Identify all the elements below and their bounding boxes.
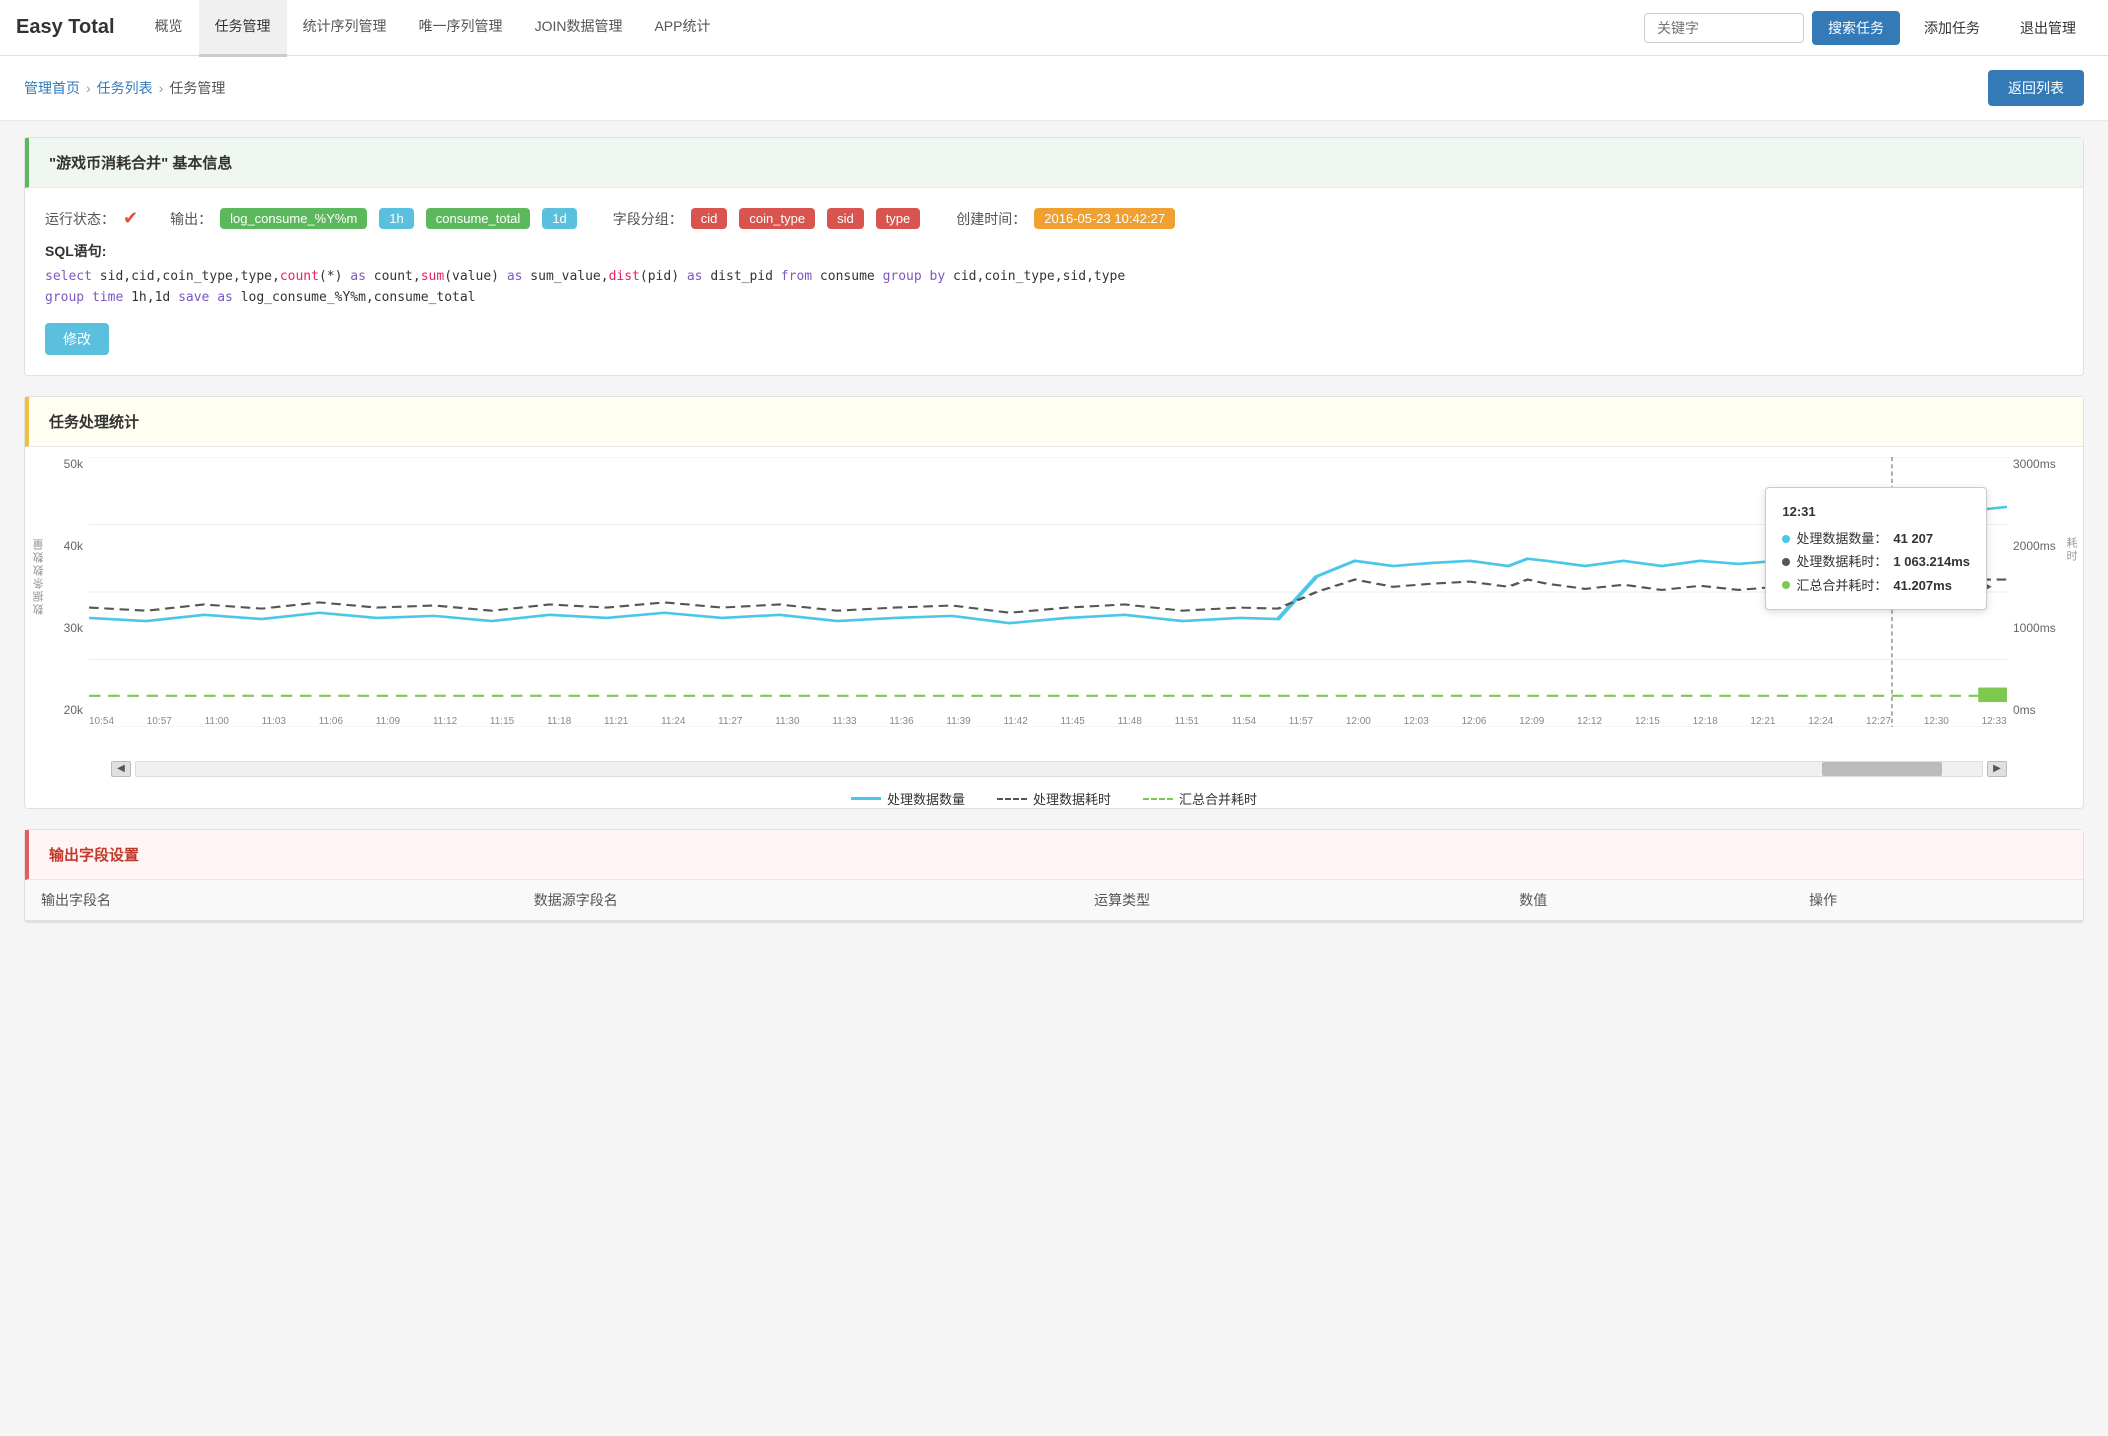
status-check-icon: ✔ (123, 208, 138, 229)
y-axis-right-title: 耗时 (2063, 537, 2079, 563)
main-content: "游戏币消耗合并" 基本信息 运行状态： ✔ 输出： log_consume_%… (0, 121, 2108, 959)
chart-area: 50k 40k 30k 20k 数据条数数量 3000ms 2000ms 100… (41, 457, 2067, 757)
scrollbar-track[interactable] (135, 761, 1983, 777)
create-time-value: 2016-05-23 10:42:27 (1034, 208, 1175, 229)
search-input[interactable] (1644, 13, 1804, 43)
legend-merge-time: 汇总合并耗时 (1143, 789, 1257, 808)
scrollbar-left-btn[interactable]: ◀ (111, 761, 131, 777)
field-tag-sid: sid (827, 208, 864, 229)
nav-items: 概览 任务管理 统计序列管理 唯一序列管理 JOIN数据管理 APP统计 (139, 0, 1644, 57)
y-left-50k: 50k (64, 457, 83, 471)
breadcrumb-sep-2: › (159, 80, 164, 96)
chart-header: 任务处理统计 (25, 397, 2083, 447)
chart-panel: 任务处理统计 50k 40k 30k 20k 数据条数数量 3000ms 200… (24, 396, 2084, 809)
chart-svg (89, 457, 2007, 727)
output-item: 输出： log_consume_%Y%m 1h consume_total 1d (170, 208, 581, 229)
task-info-panel: "游戏币消耗合并" 基本信息 运行状态： ✔ 输出： log_consume_%… (24, 137, 2084, 376)
legend-label-merge-time: 汇总合并耗时 (1179, 789, 1257, 808)
breadcrumb-bar: 管理首页 › 任务列表 › 任务管理 返回列表 (0, 56, 2108, 121)
navbar: Easy Total 概览 任务管理 统计序列管理 唯一序列管理 JOIN数据管… (0, 0, 2108, 56)
col-value: 数值 (1503, 880, 1793, 921)
x-axis-labels: 10:5410:5711:0011:0311:06 11:0911:1211:1… (89, 716, 2007, 727)
back-to-list-button[interactable]: 返回列表 (1988, 70, 2084, 106)
output-tag-1: log_consume_%Y%m (220, 208, 367, 229)
status-item: 运行状态： ✔ (45, 208, 138, 229)
breadcrumb-current: 任务管理 (169, 78, 225, 98)
nav-task-mgmt[interactable]: 任务管理 (199, 0, 287, 57)
brand-logo: Easy Total (16, 16, 115, 39)
breadcrumb: 管理首页 › 任务列表 › 任务管理 (24, 78, 225, 98)
nav-stat-queue[interactable]: 统计序列管理 (287, 0, 403, 57)
y-left-20k: 20k (64, 703, 83, 717)
search-button[interactable]: 搜索任务 (1812, 11, 1900, 45)
legend-line-green-dotted (1143, 798, 1173, 800)
y-right-1000: 1000ms (2013, 621, 2056, 635)
legend-label-data-count: 处理数据数量 (887, 789, 965, 808)
y-axis-left: 50k 40k 30k 20k (41, 457, 89, 717)
output-fields-table: 输出字段名 数据源字段名 运算类型 数值 操作 (25, 880, 2083, 922)
status-label: 运行状态： (45, 209, 115, 229)
nav-app-stat[interactable]: APP统计 (638, 0, 726, 57)
nav-overview[interactable]: 概览 (139, 0, 199, 57)
chart-scrollbar: ◀ ▶ (41, 757, 2067, 781)
sql-line-1: select sid,cid,coin_type,type,count(*) a… (45, 267, 2063, 288)
nav-join-data[interactable]: JOIN数据管理 (519, 0, 639, 57)
nav-unique-queue[interactable]: 唯一序列管理 (403, 0, 519, 57)
sql-label: SQL语句: (45, 241, 2063, 261)
y-right-0: 0ms (2013, 703, 2036, 717)
chart-legend: 处理数据数量 处理数据耗时 汇总合并耗时 (41, 789, 2067, 808)
table-header: 输出字段名 数据源字段名 运算类型 数值 操作 (25, 880, 2083, 921)
scrollbar-thumb[interactable] (1822, 762, 1942, 776)
breadcrumb-list[interactable]: 任务列表 (97, 78, 153, 98)
create-time-item: 创建时间： 2016-05-23 10:42:27 (956, 208, 1179, 229)
field-group-label: 字段分组： (613, 209, 683, 229)
y-left-30k: 30k (64, 621, 83, 635)
add-task-button[interactable]: 添加任务 (1908, 11, 1996, 45)
output-fields-header: 输出字段设置 (25, 830, 2083, 880)
col-action: 操作 (1793, 880, 2083, 921)
table-header-row: 输出字段名 数据源字段名 运算类型 数值 操作 (25, 880, 2083, 921)
exit-button[interactable]: 退出管理 (2004, 11, 2092, 45)
legend-label-process-time: 处理数据耗时 (1033, 789, 1111, 808)
info-row-1: 运行状态： ✔ 输出： log_consume_%Y%m 1h consume_… (45, 208, 2063, 229)
legend-line-blue (851, 797, 881, 800)
col-source-field: 数据源字段名 (518, 880, 1078, 921)
sql-line-2: group time 1h,1d save as log_consume_%Y%… (45, 288, 2063, 309)
col-output-field: 输出字段名 (25, 880, 518, 921)
y-axis-right: 3000ms 2000ms 1000ms 0ms (2007, 457, 2067, 717)
navbar-search: 搜索任务 添加任务 退出管理 (1644, 11, 2092, 45)
y-right-2000: 2000ms (2013, 539, 2056, 553)
output-label: 输出： (170, 209, 212, 229)
scrollbar-right-btn[interactable]: ▶ (1987, 761, 2007, 777)
field-tag-coin-type: coin_type (739, 208, 815, 229)
output-fields-body: 输出字段名 数据源字段名 运算类型 数值 操作 (25, 880, 2083, 922)
output-fields-panel: 输出字段设置 输出字段名 数据源字段名 运算类型 数值 操作 (24, 829, 2084, 923)
output-period-1: 1h (379, 208, 413, 229)
task-info-header: "游戏币消耗合并" 基本信息 (25, 138, 2083, 188)
modify-button[interactable]: 修改 (45, 323, 109, 355)
col-operation-type: 运算类型 (1078, 880, 1503, 921)
breadcrumb-home[interactable]: 管理首页 (24, 78, 80, 98)
field-tag-cid: cid (691, 208, 728, 229)
sql-code: select sid,cid,coin_type,type,count(*) a… (45, 267, 2063, 309)
y-left-40k: 40k (64, 539, 83, 553)
y-right-3000: 3000ms (2013, 457, 2056, 471)
field-group-item: 字段分组： cid coin_type sid type (613, 208, 924, 229)
chart-body: 50k 40k 30k 20k 数据条数数量 3000ms 2000ms 100… (25, 447, 2083, 808)
legend-process-time: 处理数据耗时 (997, 789, 1111, 808)
y-axis-left-title: 数据条数数量 (31, 537, 47, 615)
create-time-label: 创建时间： (956, 209, 1026, 229)
legend-line-dotted (997, 798, 1027, 800)
output-period-2: 1d (542, 208, 576, 229)
legend-data-count: 处理数据数量 (851, 789, 965, 808)
output-tag-2: consume_total (426, 208, 531, 229)
task-info-body: 运行状态： ✔ 输出： log_consume_%Y%m 1h consume_… (25, 188, 2083, 375)
breadcrumb-sep-1: › (86, 80, 91, 96)
field-tag-type: type (876, 208, 921, 229)
